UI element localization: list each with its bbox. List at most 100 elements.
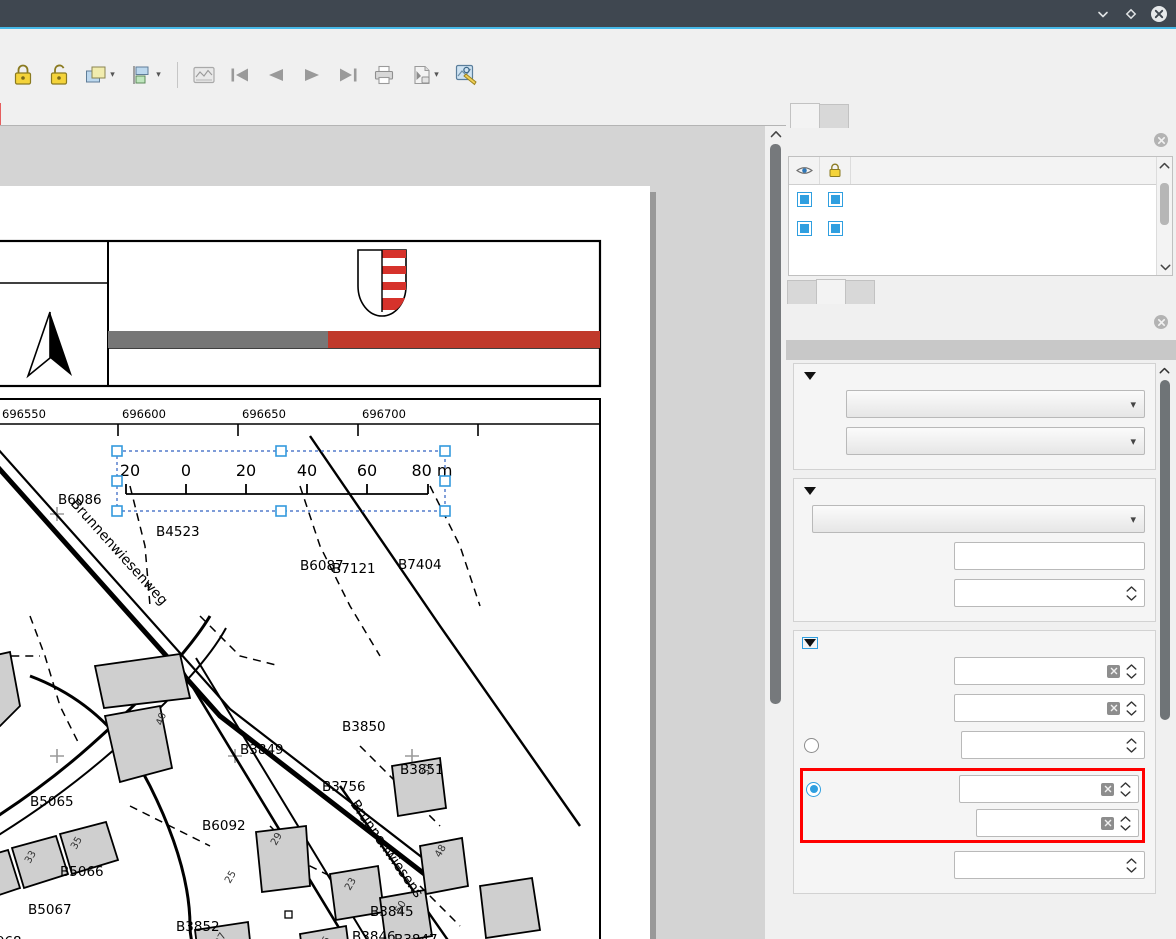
atlas-settings-button[interactable] bbox=[449, 59, 483, 91]
unlock-items-button[interactable] bbox=[42, 59, 76, 91]
row-visibility-checkbox[interactable] bbox=[789, 221, 820, 236]
maximize-button[interactable] bbox=[1122, 5, 1140, 23]
item-type-label bbox=[786, 340, 1176, 360]
chevron-down-icon[interactable]: ▾ bbox=[1130, 435, 1136, 448]
clear-icon[interactable] bbox=[1107, 665, 1120, 678]
fit-segment-width-min-spin[interactable] bbox=[959, 775, 1139, 803]
style-combo[interactable]: ▾ bbox=[846, 427, 1145, 455]
row-lock-checkbox[interactable] bbox=[820, 221, 851, 236]
scrollbar-thumb[interactable] bbox=[1160, 183, 1169, 225]
composer-toolbar: ▾ ▾ bbox=[0, 29, 786, 103]
chevron-down-icon[interactable]: ▾ bbox=[1130, 398, 1136, 411]
composition-page[interactable]: 500696550696600696650696700 bbox=[0, 186, 650, 939]
uster-coat-of-arms-icon bbox=[358, 250, 406, 316]
chevron-down-icon[interactable]: ▾ bbox=[1130, 513, 1136, 526]
atlas-next-button[interactable] bbox=[295, 59, 329, 91]
print-button[interactable] bbox=[367, 59, 401, 91]
items-tree[interactable] bbox=[788, 156, 1173, 276]
fit-segment-width-max-spin[interactable] bbox=[976, 809, 1139, 837]
svg-text:B5068: B5068 bbox=[0, 934, 22, 939]
eye-icon[interactable] bbox=[789, 157, 820, 184]
spinner-arrows-icon[interactable] bbox=[1125, 660, 1138, 682]
items-column-header bbox=[851, 157, 1172, 184]
scroll-up-arrow-icon[interactable] bbox=[1157, 157, 1172, 173]
height-spin[interactable] bbox=[954, 851, 1145, 879]
fixed-width-radio[interactable] bbox=[804, 738, 819, 753]
horizontal-ruler[interactable] bbox=[0, 103, 786, 126]
row-visibility-checkbox[interactable] bbox=[789, 192, 820, 207]
spinner-arrows-icon[interactable] bbox=[1119, 812, 1132, 834]
align-items-button[interactable]: ▾ bbox=[124, 59, 168, 91]
atlas-preview-button[interactable] bbox=[187, 59, 221, 91]
segments-right-spin[interactable] bbox=[954, 694, 1145, 722]
chevron-down-icon[interactable]: ▾ bbox=[434, 70, 439, 80]
triangle-down-icon[interactable] bbox=[804, 372, 816, 380]
tab-item-properties[interactable] bbox=[816, 279, 846, 304]
close-button[interactable] bbox=[1150, 5, 1168, 23]
clear-icon[interactable] bbox=[1101, 817, 1114, 830]
field-row-segments-right bbox=[804, 694, 1145, 722]
label-field[interactable] bbox=[954, 542, 1145, 570]
group-main-properties-toggle[interactable] bbox=[804, 372, 1145, 380]
svg-text:696600: 696600 bbox=[122, 407, 166, 421]
minimize-button[interactable] bbox=[1094, 5, 1112, 23]
svg-text:B3847: B3847 bbox=[394, 932, 438, 939]
scroll-up-arrow-icon[interactable] bbox=[1156, 363, 1173, 378]
raise-items-button[interactable]: ▾ bbox=[78, 59, 122, 91]
tab-command-history[interactable] bbox=[819, 104, 849, 128]
clear-icon[interactable] bbox=[1101, 783, 1114, 796]
triangle-down-icon[interactable] bbox=[804, 639, 816, 647]
field-row-segments-left bbox=[804, 657, 1145, 685]
item-properties-scroll-area[interactable]: ▾ ▾ bbox=[788, 363, 1173, 939]
map-combo[interactable]: ▾ bbox=[846, 390, 1145, 418]
spinner-arrows-icon[interactable] bbox=[1125, 582, 1138, 604]
dock-top-tabbar bbox=[786, 103, 848, 128]
field-row-map: ▾ bbox=[804, 390, 1145, 418]
tab-items[interactable] bbox=[790, 103, 820, 128]
table-row[interactable] bbox=[789, 185, 1172, 214]
svg-text:B5067: B5067 bbox=[28, 902, 72, 918]
atlas-prev-button[interactable] bbox=[259, 59, 293, 91]
spinner-arrows-icon[interactable] bbox=[1119, 778, 1132, 800]
items-tree-header bbox=[789, 157, 1172, 185]
fit-segment-width-radio[interactable] bbox=[806, 782, 821, 797]
atlas-first-button[interactable] bbox=[223, 59, 257, 91]
spinner-arrows-icon[interactable] bbox=[1125, 697, 1138, 719]
lock-icon[interactable] bbox=[820, 157, 851, 184]
fixed-width-spin[interactable] bbox=[961, 731, 1145, 759]
chevron-down-icon[interactable]: ▾ bbox=[110, 70, 115, 80]
scrollbar-thumb[interactable] bbox=[770, 144, 781, 704]
svg-text:B3850: B3850 bbox=[342, 719, 386, 735]
canvas-vertical-scrollbar[interactable] bbox=[765, 126, 786, 939]
field-row-label bbox=[804, 542, 1145, 570]
scroll-down-arrow-icon[interactable] bbox=[1157, 259, 1173, 275]
spinner-arrows-icon[interactable] bbox=[1125, 734, 1138, 756]
table-row[interactable] bbox=[789, 214, 1172, 243]
svg-text:696650: 696650 bbox=[242, 407, 286, 421]
svg-text:B3846: B3846 bbox=[352, 929, 396, 939]
qgis-print-composer-window: ▾ ▾ bbox=[0, 0, 1176, 939]
tab-composition[interactable] bbox=[787, 280, 817, 304]
group-segments-toggle[interactable] bbox=[804, 639, 1145, 647]
composer-canvas[interactable]: 500696550696600696650696700 bbox=[0, 126, 765, 939]
spinner-arrows-icon[interactable] bbox=[1125, 854, 1138, 876]
tab-atlas-generation[interactable] bbox=[845, 280, 875, 304]
lock-items-button[interactable] bbox=[6, 59, 40, 91]
chevron-down-icon[interactable]: ▾ bbox=[156, 70, 161, 80]
atlas-last-button[interactable] bbox=[331, 59, 365, 91]
right-dock-panel: ▾ ▾ bbox=[786, 29, 1176, 939]
group-units-toggle[interactable] bbox=[804, 487, 1145, 495]
clear-icon[interactable] bbox=[1107, 702, 1120, 715]
segments-left-spin[interactable] bbox=[954, 657, 1145, 685]
map-units-per-bar-unit-spin[interactable] bbox=[954, 579, 1145, 607]
triangle-down-icon[interactable] bbox=[804, 487, 816, 495]
row-lock-checkbox[interactable] bbox=[820, 192, 851, 207]
scrollbar-thumb[interactable] bbox=[1160, 380, 1170, 720]
units-combo[interactable]: ▾ bbox=[812, 505, 1145, 533]
items-tree-scrollbar[interactable] bbox=[1156, 157, 1172, 275]
close-items-panel-button[interactable] bbox=[1154, 133, 1168, 147]
scroll-up-arrow-icon[interactable] bbox=[765, 126, 786, 142]
properties-scrollbar[interactable] bbox=[1156, 363, 1173, 939]
export-image-button[interactable]: ▾ bbox=[403, 59, 447, 91]
close-item-properties-button[interactable] bbox=[1154, 315, 1168, 329]
